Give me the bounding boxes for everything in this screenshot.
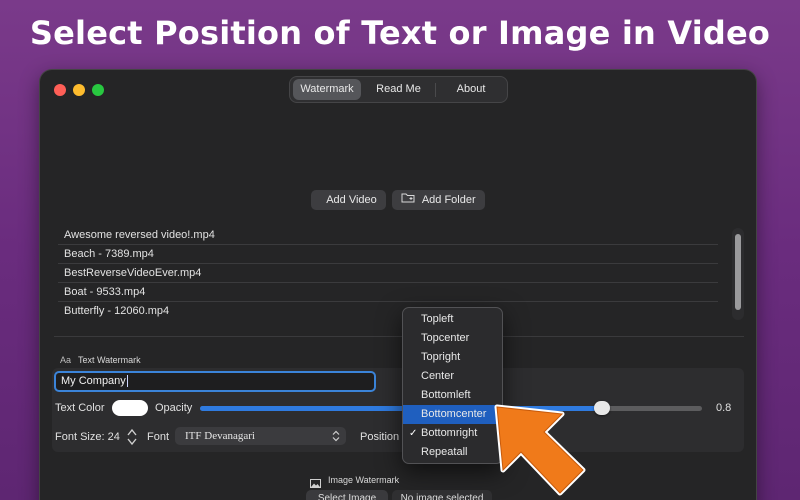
text-watermark-title: Text Watermark: [78, 355, 141, 365]
menu-item-bottomcenter[interactable]: Bottomcenter: [403, 405, 502, 424]
text-color-well[interactable]: [112, 400, 148, 416]
add-video-label: Add Video: [326, 194, 377, 206]
zoom-window-button[interactable]: [92, 84, 104, 96]
text-aa-icon: Aa: [60, 355, 72, 365]
tab-watermark[interactable]: Watermark: [293, 79, 361, 100]
watermark-text-value: My Company: [61, 375, 126, 387]
menu-item-topright[interactable]: Topright: [403, 348, 502, 367]
image-watermark-title: Image Watermark: [328, 475, 400, 485]
file-list-item[interactable]: BestReverseVideoEver.mp4: [58, 264, 718, 283]
file-list-item[interactable]: Beach - 7389.mp4: [58, 245, 718, 264]
opacity-slider-knob[interactable]: [594, 401, 610, 415]
font-select[interactable]: ITF Devanagari: [175, 427, 346, 445]
font-size-label: Font Size: 24: [55, 431, 120, 443]
headline: Select Position of Text or Image in Vide…: [29, 14, 771, 52]
text-color-label: Text Color: [55, 402, 105, 414]
tab-about[interactable]: About: [438, 79, 504, 100]
opacity-value: 0.8: [716, 402, 732, 414]
no-image-label: No image selected: [392, 490, 492, 500]
menu-item-bottomleft[interactable]: Bottomleft: [403, 386, 502, 405]
menu-item-bottomright[interactable]: ✓ Bottomright: [403, 424, 502, 443]
opacity-slider-fill: [200, 406, 602, 411]
file-list-item[interactable]: Boat - 9533.mp4: [58, 283, 718, 302]
menu-item-topleft[interactable]: Topleft: [403, 310, 502, 329]
file-list-scrollbar[interactable]: [732, 228, 744, 320]
menu-item-bottomright-label: Bottomright: [421, 427, 478, 439]
font-size-stepper[interactable]: [126, 427, 138, 447]
add-folder-label: Add Folder: [421, 194, 476, 206]
add-folder-button[interactable]: Add Folder: [392, 190, 485, 210]
section-divider: [54, 336, 744, 337]
tab-separator: [435, 83, 436, 97]
font-label: Font: [147, 431, 170, 443]
add-video-button[interactable]: Add Video: [311, 190, 386, 210]
minimize-window-button[interactable]: [73, 84, 85, 96]
file-list: Awesome reversed video!.mp4 Beach - 7389…: [58, 226, 718, 321]
menu-item-topcenter[interactable]: Topcenter: [403, 329, 502, 348]
position-menu: Topleft Topcenter Topright Center Bottom…: [402, 307, 503, 464]
folder-plus-icon: [401, 190, 415, 210]
file-list-item[interactable]: Butterfly - 12060.mp4: [58, 302, 718, 321]
font-select-value: ITF Devanagari: [185, 430, 255, 442]
close-window-button[interactable]: [54, 84, 66, 96]
text-caret: [126, 375, 128, 388]
chevron-updown-icon: [332, 427, 340, 448]
position-label: Position: [360, 431, 400, 443]
menu-item-center[interactable]: Center: [403, 367, 502, 386]
file-list-item[interactable]: Awesome reversed video!.mp4: [58, 226, 718, 245]
tab-bar: Watermark Read Me About: [289, 76, 508, 103]
opacity-label: Opacity: [155, 402, 193, 414]
app-window: Watermark Read Me About Add Video Add Fo…: [40, 70, 756, 500]
menu-item-repeatall[interactable]: Repeatall: [403, 443, 502, 462]
select-image-button[interactable]: Select Image: [306, 490, 388, 500]
checkmark-icon: ✓: [409, 428, 418, 439]
watermark-text-input[interactable]: My Company: [54, 371, 376, 392]
scrollbar-thumb[interactable]: [735, 234, 741, 310]
tab-read-me[interactable]: Read Me: [366, 79, 431, 100]
